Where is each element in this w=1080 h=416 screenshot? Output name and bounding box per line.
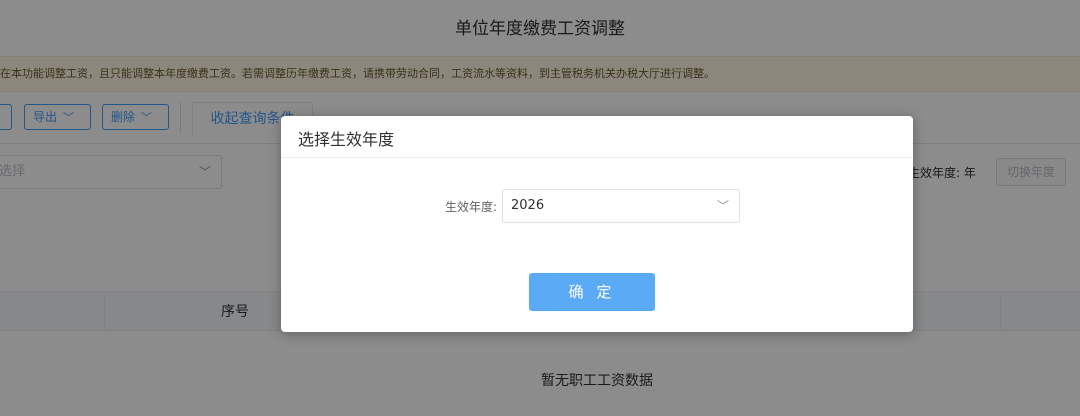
select-year-dialog: 选择生效年度 生效年度: 2026 ﹀ 确 定 (281, 116, 913, 332)
effective-year-field-label: 生效年度: (444, 200, 497, 214)
chevron-down-icon: ﹀ (716, 199, 729, 213)
confirm-button[interactable]: 确 定 (529, 273, 655, 311)
effective-year-value: 2026 (511, 198, 545, 213)
effective-year-select[interactable]: 2026 ﹀ (502, 189, 740, 223)
dialog-title: 选择生效年度 (281, 116, 913, 158)
